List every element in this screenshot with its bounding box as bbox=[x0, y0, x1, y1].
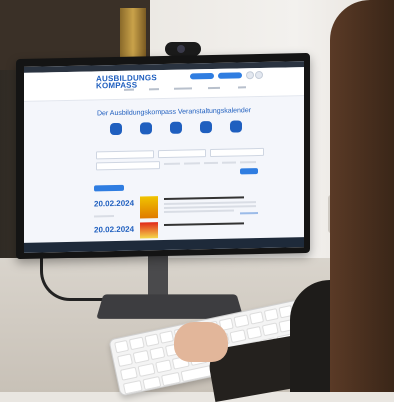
filter-field[interactable] bbox=[96, 150, 154, 160]
event-title[interactable] bbox=[164, 196, 244, 200]
hair bbox=[330, 0, 394, 392]
nav-link[interactable] bbox=[208, 86, 220, 90]
search-button[interactable] bbox=[240, 168, 258, 175]
event-meta bbox=[94, 215, 114, 218]
category-icon bbox=[140, 122, 152, 135]
nav-link[interactable] bbox=[124, 88, 134, 91]
event-date: 20.02.2024 bbox=[94, 224, 135, 235]
header-button-secondary[interactable] bbox=[218, 72, 242, 79]
event-link[interactable] bbox=[240, 212, 258, 215]
event-date: 20.02.2024 bbox=[94, 198, 135, 209]
category-tile[interactable] bbox=[196, 120, 216, 135]
page-title: Der Ausbildungskompass Veranstaltungskal… bbox=[96, 107, 252, 118]
filter-option[interactable] bbox=[184, 162, 200, 165]
filter-option[interactable] bbox=[240, 161, 256, 164]
search-field[interactable] bbox=[96, 161, 160, 171]
filter-results-button[interactable] bbox=[94, 184, 124, 192]
category-icon bbox=[110, 122, 122, 136]
header-button-primary[interactable] bbox=[190, 72, 214, 80]
nav-link[interactable] bbox=[238, 86, 246, 89]
category-icon bbox=[200, 120, 212, 134]
filter-option[interactable] bbox=[222, 161, 236, 164]
category-tile[interactable] bbox=[226, 120, 246, 134]
filter-field[interactable] bbox=[158, 149, 206, 159]
event-thumbnail[interactable] bbox=[140, 222, 158, 239]
category-tile[interactable] bbox=[136, 122, 156, 136]
category-icon bbox=[230, 120, 242, 133]
webcam-lens bbox=[177, 45, 185, 53]
monitor-screen: AUSBILDUNGS KOMPASS Der Ausbildungskompa… bbox=[24, 61, 304, 253]
category-tile[interactable] bbox=[106, 122, 126, 137]
nav-link[interactable] bbox=[149, 88, 159, 91]
category-tile[interactable] bbox=[166, 121, 186, 136]
filter-option[interactable] bbox=[204, 161, 218, 165]
category-icon bbox=[170, 121, 182, 134]
event-title[interactable] bbox=[164, 222, 244, 226]
event-text bbox=[164, 205, 256, 209]
site-logo[interactable]: AUSBILDUNGS KOMPASS bbox=[96, 73, 157, 90]
event-text bbox=[164, 209, 234, 213]
filter-field[interactable] bbox=[210, 147, 264, 158]
nav-link[interactable] bbox=[174, 87, 192, 90]
monitor-stand-neck bbox=[148, 250, 168, 298]
hand bbox=[174, 322, 228, 362]
filter-option[interactable] bbox=[164, 162, 180, 165]
event-thumbnail[interactable] bbox=[140, 196, 158, 219]
webcam bbox=[165, 42, 201, 56]
